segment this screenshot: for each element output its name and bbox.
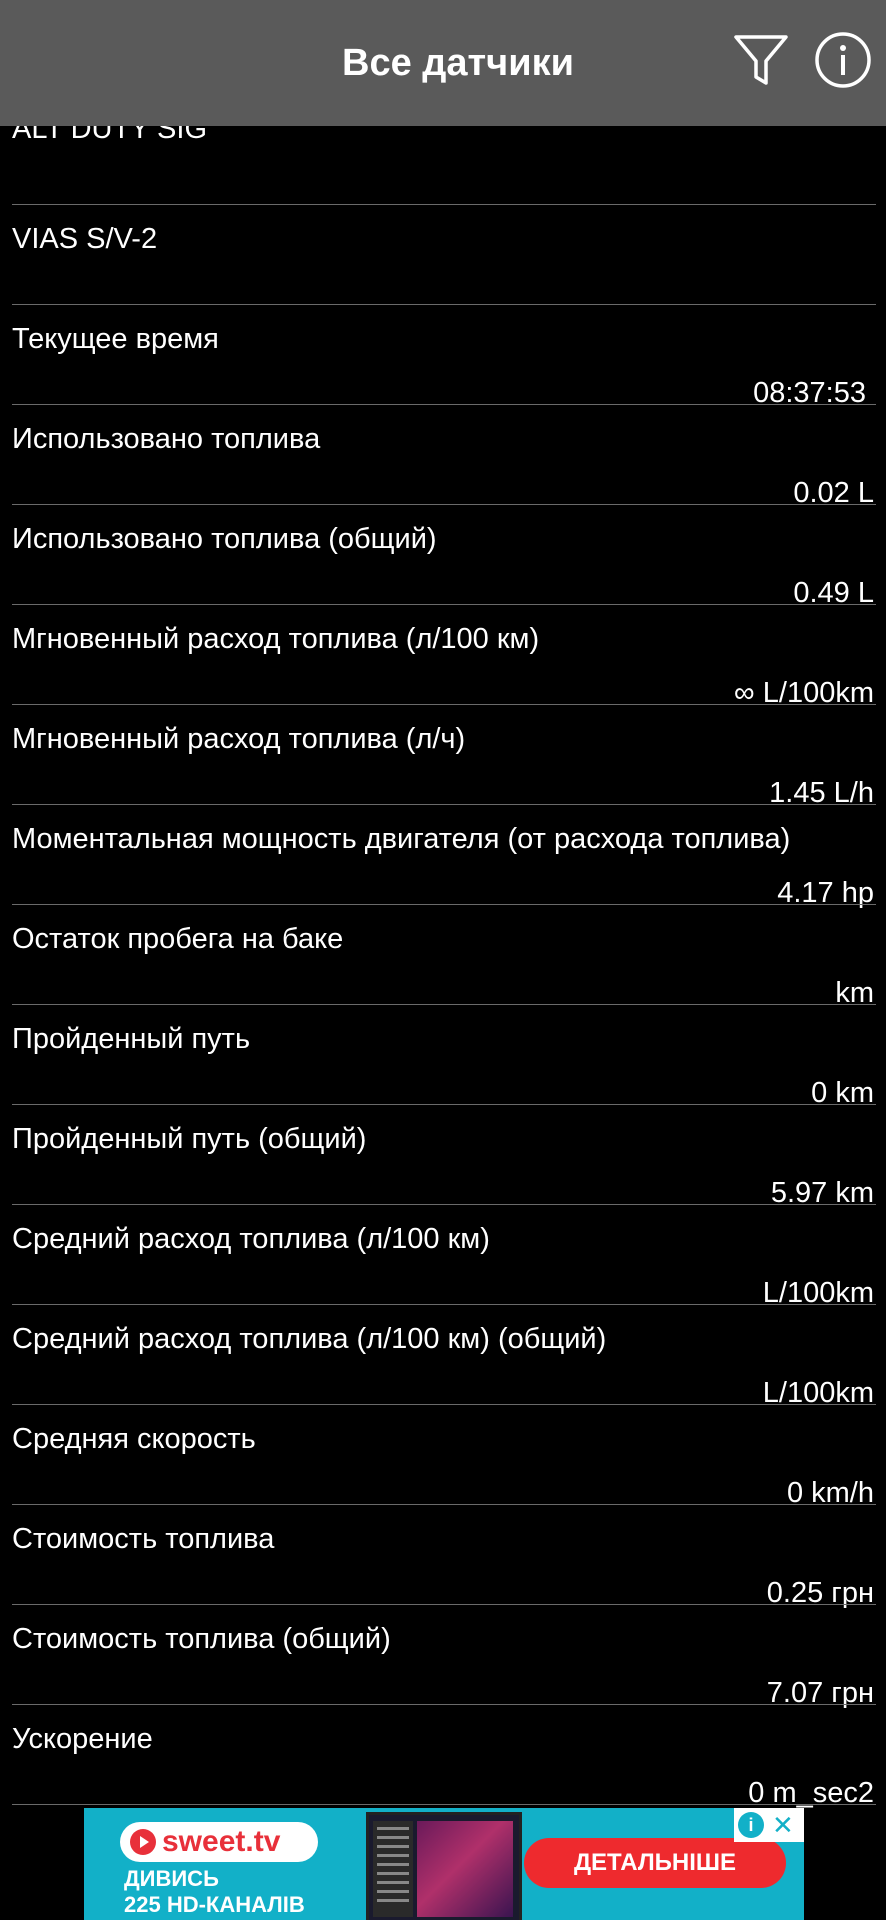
ad-phone-picture bbox=[417, 1821, 513, 1917]
sensor-label: Ускорение bbox=[12, 1723, 153, 1755]
ad-brand-text: sweet.tv bbox=[162, 1825, 281, 1858]
sensor-label: Мгновенный расход топлива (л/100 км) bbox=[12, 623, 540, 655]
ad-banner[interactable]: sweet.tv ДИВИСЬ 225 HD-КАНАЛІВ ДЕТАЛЬНІШ… bbox=[84, 1808, 804, 1920]
ad-phone-image bbox=[366, 1812, 522, 1920]
sensor-row[interactable]: Моментальная мощность двигателя (от расх… bbox=[0, 805, 876, 909]
sensor-label: VIAS S/V-2 bbox=[12, 223, 158, 255]
sensor-row[interactable]: Пройденный путь (общий) 5.97 km bbox=[0, 1105, 876, 1209]
sensor-row[interactable]: Средний расход топлива (л/100 км) L/100k… bbox=[0, 1205, 876, 1309]
sensor-label: Использовано топлива (общий) bbox=[12, 523, 437, 555]
sensor-row[interactable]: Средний расход топлива (л/100 км) (общий… bbox=[0, 1305, 876, 1409]
app-bar: Все датчики bbox=[0, 0, 886, 126]
ad-headline: ДИВИСЬ bbox=[124, 1866, 219, 1891]
sensor-row[interactable]: Стоимость топлива 0.25 грн bbox=[0, 1505, 876, 1609]
ad-close-icon[interactable]: ✕ bbox=[772, 1810, 794, 1840]
ad-choices-badge[interactable]: i ✕ bbox=[734, 1808, 804, 1842]
sensor-list[interactable]: ALT DUTY SIG VIAS S/V-2 Текущее время 08… bbox=[0, 0, 886, 1808]
sensor-label: Пройденный путь bbox=[12, 1023, 251, 1055]
sensor-label: Средний расход топлива (л/100 км) (общий… bbox=[12, 1323, 607, 1355]
sensor-label: Моментальная мощность двигателя (от расх… bbox=[12, 823, 791, 855]
ad-cta-button[interactable]: ДЕТАЛЬНІШЕ bbox=[524, 1838, 786, 1888]
sensor-row[interactable]: Мгновенный расход топлива (л/100 км) ∞ L… bbox=[0, 605, 876, 709]
sensor-row[interactable]: Ускорение 0 m_sec2 bbox=[0, 1705, 876, 1808]
sensor-label: Средний расход топлива (л/100 км) bbox=[12, 1223, 490, 1255]
sensor-label: Остаток пробега на баке bbox=[12, 923, 344, 955]
sensor-row[interactable]: VIAS S/V-2 bbox=[0, 205, 876, 305]
sensor-label: Пройденный путь (общий) bbox=[12, 1123, 367, 1155]
filter-icon[interactable] bbox=[732, 31, 790, 89]
ad-brand-logo: sweet.tv bbox=[120, 1822, 318, 1862]
sensor-row[interactable]: Стоимость топлива (общий) 7.07 грн bbox=[0, 1605, 876, 1709]
sensor-label: Текущее время bbox=[12, 323, 219, 355]
sensor-row[interactable]: Средняя скорость 0 km/h bbox=[0, 1405, 876, 1509]
ad-subheadline: 225 HD-КАНАЛІВ bbox=[124, 1892, 305, 1917]
sensor-row[interactable]: Текущее время 08:37:53 bbox=[0, 305, 876, 409]
sensor-label: Мгновенный расход топлива (л/ч) bbox=[12, 723, 466, 755]
sensor-label: Стоимость топлива (общий) bbox=[12, 1623, 391, 1655]
play-icon bbox=[130, 1829, 156, 1855]
sensor-row[interactable]: Мгновенный расход топлива (л/ч) 1.45 L/h bbox=[0, 705, 876, 809]
row-divider bbox=[12, 1804, 876, 1805]
sensor-row[interactable]: Остаток пробега на баке km bbox=[0, 905, 876, 1009]
sensor-row[interactable]: Пройденный путь 0 km bbox=[0, 1005, 876, 1109]
ad-phone-menu bbox=[373, 1821, 413, 1917]
sensor-row[interactable]: Использовано топлива (общий) 0.49 L bbox=[0, 505, 876, 609]
ad-info-icon[interactable]: i bbox=[738, 1812, 764, 1838]
sensor-row[interactable]: Использовано топлива 0.02 L bbox=[0, 405, 876, 509]
sensor-label: Средняя скорость bbox=[12, 1423, 256, 1455]
sensor-label: Стоимость топлива bbox=[12, 1523, 275, 1555]
info-icon[interactable] bbox=[814, 31, 872, 89]
sensor-label: Использовано топлива bbox=[12, 423, 321, 455]
